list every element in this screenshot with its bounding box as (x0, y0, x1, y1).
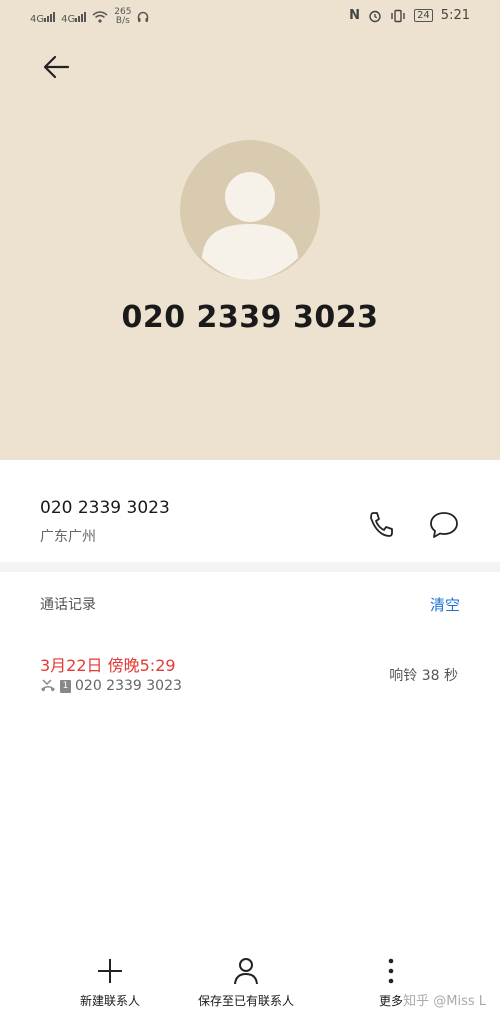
bottom-action-bar: 新建联系人 保存至已有联系人 更多 (0, 948, 500, 1020)
wifi-icon (92, 11, 108, 23)
call-number: 020 2339 3023 (75, 678, 182, 694)
call-log-entry[interactable]: 3月22日 傍晚5:29 1 020 2339 3023 响铃 38 秒 (0, 640, 500, 712)
signal-2: 4G (61, 10, 87, 25)
message-bubble-icon (430, 512, 458, 538)
phone-icon (370, 512, 393, 537)
plus-icon (98, 959, 122, 983)
more-vertical-icon (388, 958, 394, 984)
new-contact-button[interactable]: 新建联系人 (80, 956, 140, 1009)
person-icon (234, 958, 258, 985)
missed-call-icon (41, 679, 55, 692)
person-silhouette-icon (202, 172, 298, 280)
status-left: 4G 4G 265 B/s (30, 8, 149, 26)
call-duration: 响铃 38 秒 (389, 668, 458, 684)
save-to-existing-label: 保存至已有联系人 (198, 994, 295, 1008)
message-button[interactable] (424, 505, 464, 545)
call-details: 1 020 2339 3023 (40, 678, 182, 694)
avatar (180, 140, 320, 280)
phone-number: 020 2339 3023 (40, 498, 170, 518)
number-info-card: 020 2339 3023 广东广州 (0, 460, 500, 560)
sim-card-icon: 1 (60, 679, 71, 693)
more-button[interactable]: 更多 (376, 956, 406, 1009)
call-log-title: 通话记录 (40, 597, 96, 613)
number-location: 广东广州 (40, 529, 96, 545)
save-to-existing-button[interactable]: 保存至已有联系人 (198, 956, 294, 1009)
alarm-icon (369, 10, 381, 22)
status-right: N 24 5:21 (349, 8, 470, 23)
new-contact-label: 新建联系人 (80, 994, 141, 1008)
clear-log-button[interactable]: 清空 (430, 594, 460, 615)
back-button[interactable] (38, 50, 74, 86)
call-date: 3月22日 傍晚5:29 (40, 656, 176, 675)
nfc-icon: N (349, 8, 361, 23)
contact-number-title: 020 2339 3023 (121, 300, 379, 335)
call-button[interactable] (362, 505, 402, 545)
battery-indicator: 24 (414, 9, 433, 22)
clock: 5:21 (440, 8, 470, 23)
arrow-left-icon (43, 55, 70, 79)
contact-header: 4G 4G 265 B/s N 24 5:21 020 2339 3023 (0, 0, 500, 460)
watermark: 知乎 @Miss L (403, 994, 486, 1009)
section-divider (0, 562, 500, 572)
more-label: 更多 (378, 994, 403, 1008)
headset-icon (138, 11, 149, 22)
signal-1: 4G (30, 10, 56, 25)
vibrate-icon (391, 9, 405, 22)
status-bar: 4G 4G 265 B/s N 24 5:21 (0, 0, 500, 32)
network-speed: 265 B/s (114, 7, 132, 26)
